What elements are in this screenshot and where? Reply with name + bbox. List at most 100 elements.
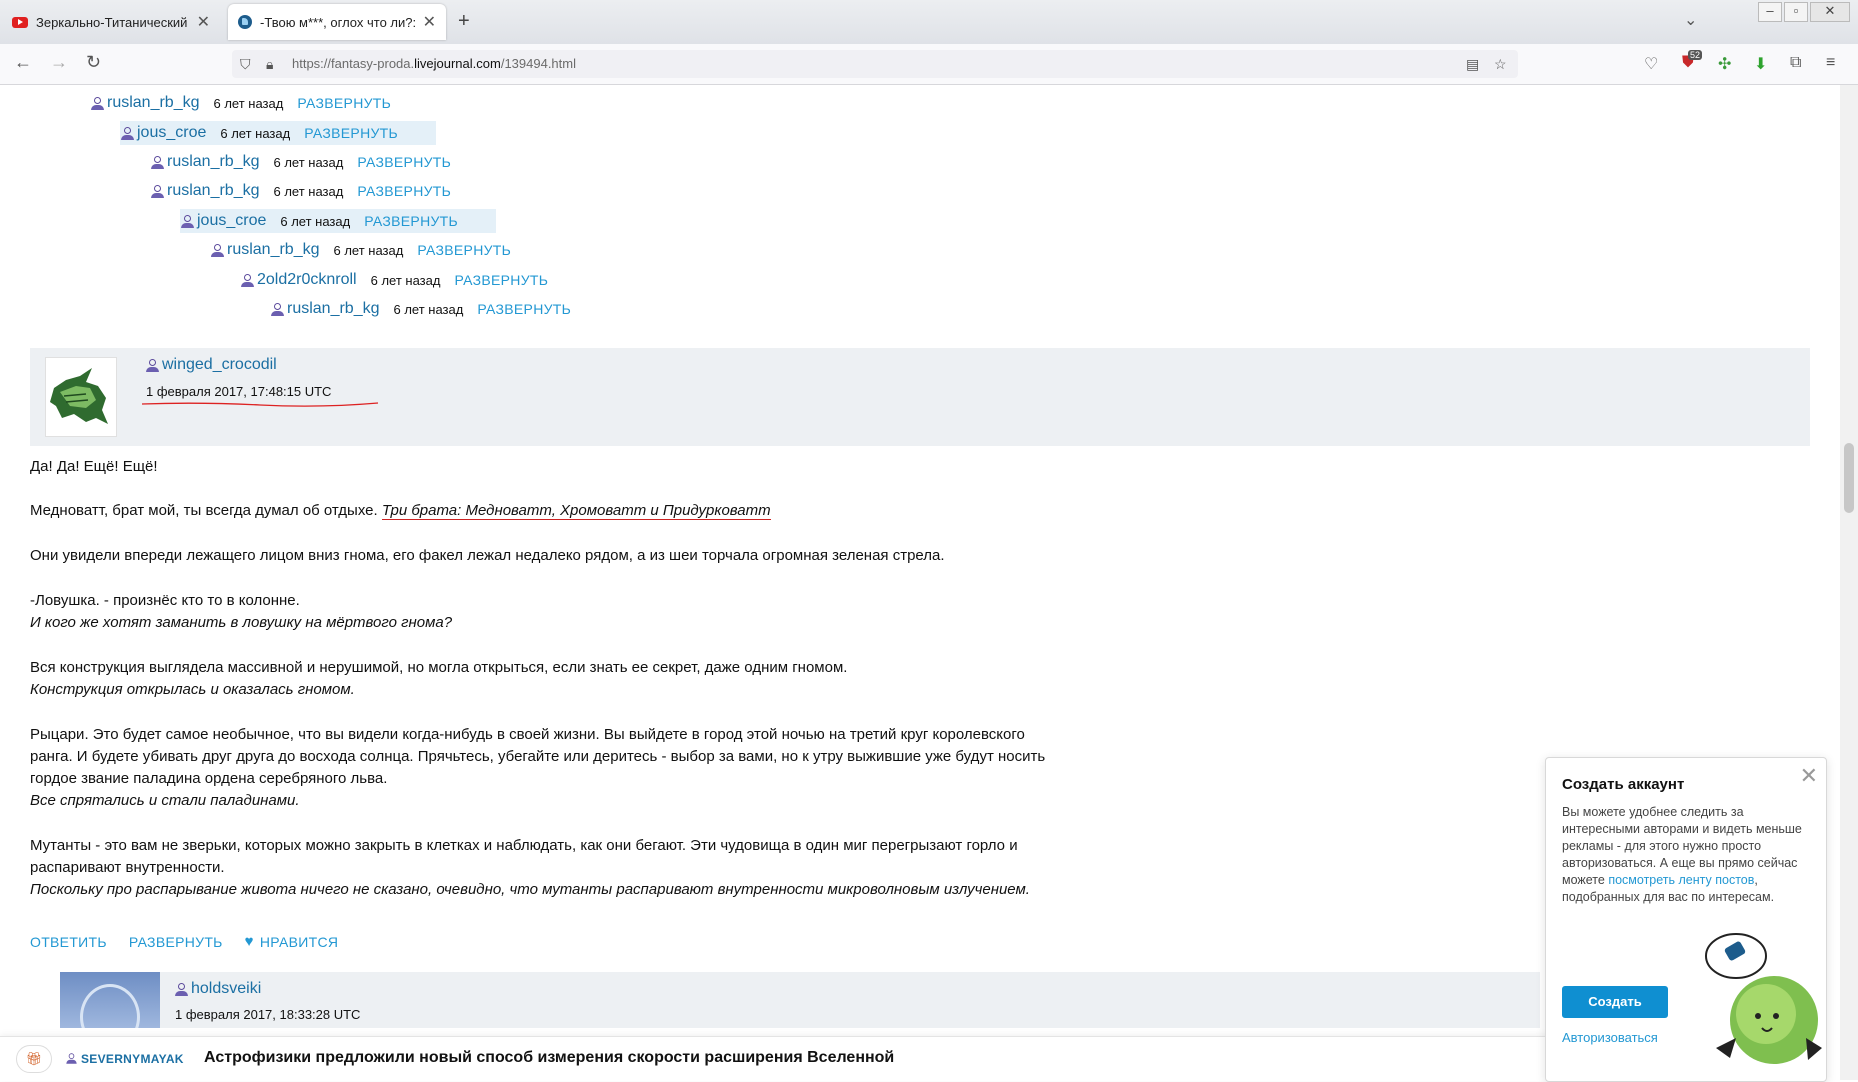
avatar[interactable] bbox=[60, 972, 160, 1028]
url-text: https://fantasy-proda.livejournal.com/13… bbox=[292, 56, 576, 71]
expand-link[interactable]: РАЗВЕРНУТЬ bbox=[304, 125, 398, 141]
extension-icon[interactable]: ✣ bbox=[1718, 54, 1731, 74]
back-icon[interactable]: ← bbox=[14, 52, 32, 73]
nav-bar: ← → ↻ ⛉ 🔒︎ https://fantasy-proda.livejou… bbox=[0, 44, 1858, 85]
user-icon bbox=[240, 273, 255, 288]
close-icon[interactable]: ✕ bbox=[1800, 763, 1818, 789]
cabbage-mascot-icon bbox=[1705, 933, 1822, 1064]
minimize-button[interactable]: – bbox=[1758, 2, 1782, 22]
comment-text: Медноватт, брат мой, ты всегда думал об … bbox=[30, 502, 771, 520]
menu-icon[interactable]: ≡ bbox=[1826, 54, 1835, 72]
user-icon bbox=[210, 243, 225, 258]
popup-body: Вы можете удобнее следить за интересными… bbox=[1562, 805, 1802, 904]
tab-livejournal[interactable]: -Твою м***, оглох что ли?: fan ✕ bbox=[228, 4, 446, 40]
create-account-button[interactable]: Создать bbox=[1562, 986, 1668, 1018]
thread-row: ruslan_rb_kg 6 лет назад РАЗВЕРНУТЬ bbox=[270, 297, 571, 321]
time-ago: 6 лет назад bbox=[220, 125, 291, 141]
username-link[interactable]: ruslan_rb_kg bbox=[167, 153, 260, 171]
expand-link[interactable]: РАЗВЕРНУТЬ bbox=[454, 272, 548, 288]
user-icon bbox=[174, 982, 189, 997]
like-label: НРАВИТСЯ bbox=[259, 933, 339, 950]
time-ago: 6 лет назад bbox=[273, 154, 344, 170]
thread-row: ruslan_rb_kg 6 лет назад РАЗВЕРНУТЬ bbox=[150, 150, 451, 174]
comment-date[interactable]: 1 февраля 2017, 17:48:15 UTC bbox=[146, 384, 331, 399]
red-underline-annotation bbox=[141, 402, 379, 407]
create-account-popup: ✕ Создать аккаунт Вы можете удобнее след… bbox=[1545, 757, 1827, 1082]
user-icon bbox=[150, 184, 165, 199]
expand-link[interactable]: РАЗВЕРНУТЬ bbox=[477, 301, 571, 317]
list-tabs-chevron-icon[interactable]: ⌄ bbox=[1684, 10, 1697, 30]
username-link[interactable]: ruslan_rb_kg bbox=[107, 94, 200, 112]
maximize-button[interactable]: ▫ bbox=[1784, 2, 1808, 22]
thread-row: ruslan_rb_kg 6 лет назад РАЗВЕРНУТЬ bbox=[90, 91, 391, 115]
recommended-post-title[interactable]: Астрофизики предложили новый способ изме… bbox=[204, 1049, 894, 1067]
tab-title: -Твою м***, оглох что ли?: fan bbox=[260, 14, 417, 30]
lock-icon[interactable]: 🔒︎ bbox=[266, 56, 273, 73]
scrollbar[interactable] bbox=[1840, 85, 1858, 1080]
username-link[interactable]: 2old2r0cknroll bbox=[257, 271, 357, 289]
time-ago: 6 лет назад bbox=[280, 213, 351, 229]
new-tab-button[interactable]: + bbox=[458, 10, 470, 33]
tab-youtube[interactable]: Зеркально-Титанический Аут ✕ bbox=[2, 4, 220, 40]
user-icon bbox=[180, 214, 195, 229]
reply-date[interactable]: 1 февраля 2017, 18:33:28 UTC bbox=[175, 1007, 360, 1022]
comment-actions: ОТВЕТИТЬ РАЗВЕРНУТЬ ♥ НРАВИТСЯ bbox=[30, 933, 382, 950]
reply-header: holdsveiki 1 февраля 2017, 18:33:28 UTC bbox=[60, 972, 1540, 1028]
reload-icon[interactable]: ↻ bbox=[86, 52, 101, 73]
thread-row: ruslan_rb_kg 6 лет назад РАЗВЕРНУТЬ bbox=[150, 179, 451, 203]
login-link[interactable]: Авторизоваться bbox=[1562, 1030, 1658, 1045]
expand-button[interactable]: РАЗВЕРНУТЬ bbox=[129, 933, 223, 950]
close-tab-icon[interactable]: ✕ bbox=[423, 12, 436, 32]
username-link[interactable]: ruslan_rb_kg bbox=[227, 241, 320, 259]
username-link[interactable]: ruslan_rb_kg bbox=[287, 300, 380, 318]
comment-text: Они увидели впереди лежащего лицом вниз … bbox=[30, 547, 945, 564]
thread-row: jous_croe 6 лет назад РАЗВЕРНУТЬ bbox=[180, 209, 496, 233]
thread-row: jous_croe 6 лет назад РАЗВЕРНУТЬ bbox=[120, 121, 436, 145]
avatar[interactable] bbox=[45, 357, 117, 437]
expand-link[interactable]: РАЗВЕРНУТЬ bbox=[357, 154, 451, 170]
username-link[interactable]: jous_croe bbox=[197, 212, 266, 230]
close-window-button[interactable]: ✕ bbox=[1810, 2, 1850, 22]
shield-icon[interactable]: ⛉ bbox=[240, 56, 251, 73]
bookmark-star-icon[interactable]: ☆ bbox=[1494, 56, 1507, 73]
close-tab-icon[interactable]: ✕ bbox=[197, 12, 210, 32]
extension-badge: 52 bbox=[1688, 50, 1703, 60]
pocket-icon[interactable]: ♡ bbox=[1644, 54, 1658, 74]
extensions-puzzle-icon[interactable]: ⧉ bbox=[1790, 54, 1801, 72]
expand-link[interactable]: РАЗВЕРНУТЬ bbox=[297, 95, 391, 111]
comment-text: Вся конструкция выглядела массивной и не… bbox=[30, 659, 848, 676]
gift-icon[interactable]: 🎁︎ bbox=[16, 1045, 52, 1073]
thread-row: ruslan_rb_kg 6 лет назад РАЗВЕРНУТЬ bbox=[210, 238, 511, 262]
feed-link[interactable]: посмотреть ленту постов bbox=[1608, 873, 1754, 887]
user-icon bbox=[145, 358, 160, 373]
like-button[interactable]: ♥ НРАВИТСЯ bbox=[245, 933, 361, 950]
comment-text: Поскольку про распарывание живота ничего… bbox=[30, 881, 1030, 898]
expand-link[interactable]: РАЗВЕРНУТЬ bbox=[357, 183, 451, 199]
recommended-author[interactable]: SEVERNYMAYAK bbox=[64, 1051, 184, 1066]
url-bar[interactable]: ⛉ 🔒︎ https://fantasy-proda.livejournal.c… bbox=[232, 50, 1518, 78]
comment-author: winged_crocodil bbox=[145, 356, 291, 374]
username-link[interactable]: winged_crocodil bbox=[162, 356, 277, 374]
comment-text: гордое звание паладина ордена серебряног… bbox=[30, 770, 388, 787]
forward-icon[interactable]: → bbox=[50, 52, 68, 73]
reply-button[interactable]: ОТВЕТИТЬ bbox=[30, 933, 107, 950]
comment-header: winged_crocodil 1 февраля 2017, 17:48:15… bbox=[30, 348, 1810, 446]
username-link[interactable]: ruslan_rb_kg bbox=[167, 182, 260, 200]
comment-text: И кого же хотят заманить в ловушку на мё… bbox=[30, 614, 453, 631]
username-link[interactable]: jous_croe bbox=[137, 124, 206, 142]
heart-icon: ♥ bbox=[244, 933, 254, 950]
comment-text: Да! Да! Ещё! Ещё! bbox=[30, 458, 158, 475]
comment-text: -Ловушка. - произнёс кто то в колонне. bbox=[30, 592, 300, 609]
time-ago: 6 лет назад bbox=[333, 242, 404, 258]
recommendation-bar: 🎁︎ SEVERNYMAYAK Астрофизики предложили н… bbox=[0, 1036, 1640, 1081]
expand-link[interactable]: РАЗВЕРНУТЬ bbox=[364, 213, 458, 229]
download-icon[interactable]: ⬇ bbox=[1754, 54, 1767, 74]
username-link[interactable]: holdsveiki bbox=[191, 980, 261, 998]
reader-view-icon[interactable]: ▤ bbox=[1466, 56, 1479, 73]
scrollbar-thumb[interactable] bbox=[1844, 443, 1854, 513]
user-icon bbox=[90, 96, 105, 111]
youtube-icon bbox=[12, 16, 28, 28]
livejournal-icon bbox=[238, 15, 252, 29]
expand-link[interactable]: РАЗВЕРНУТЬ bbox=[417, 242, 511, 258]
tab-title: Зеркально-Титанический Аут bbox=[36, 14, 191, 30]
